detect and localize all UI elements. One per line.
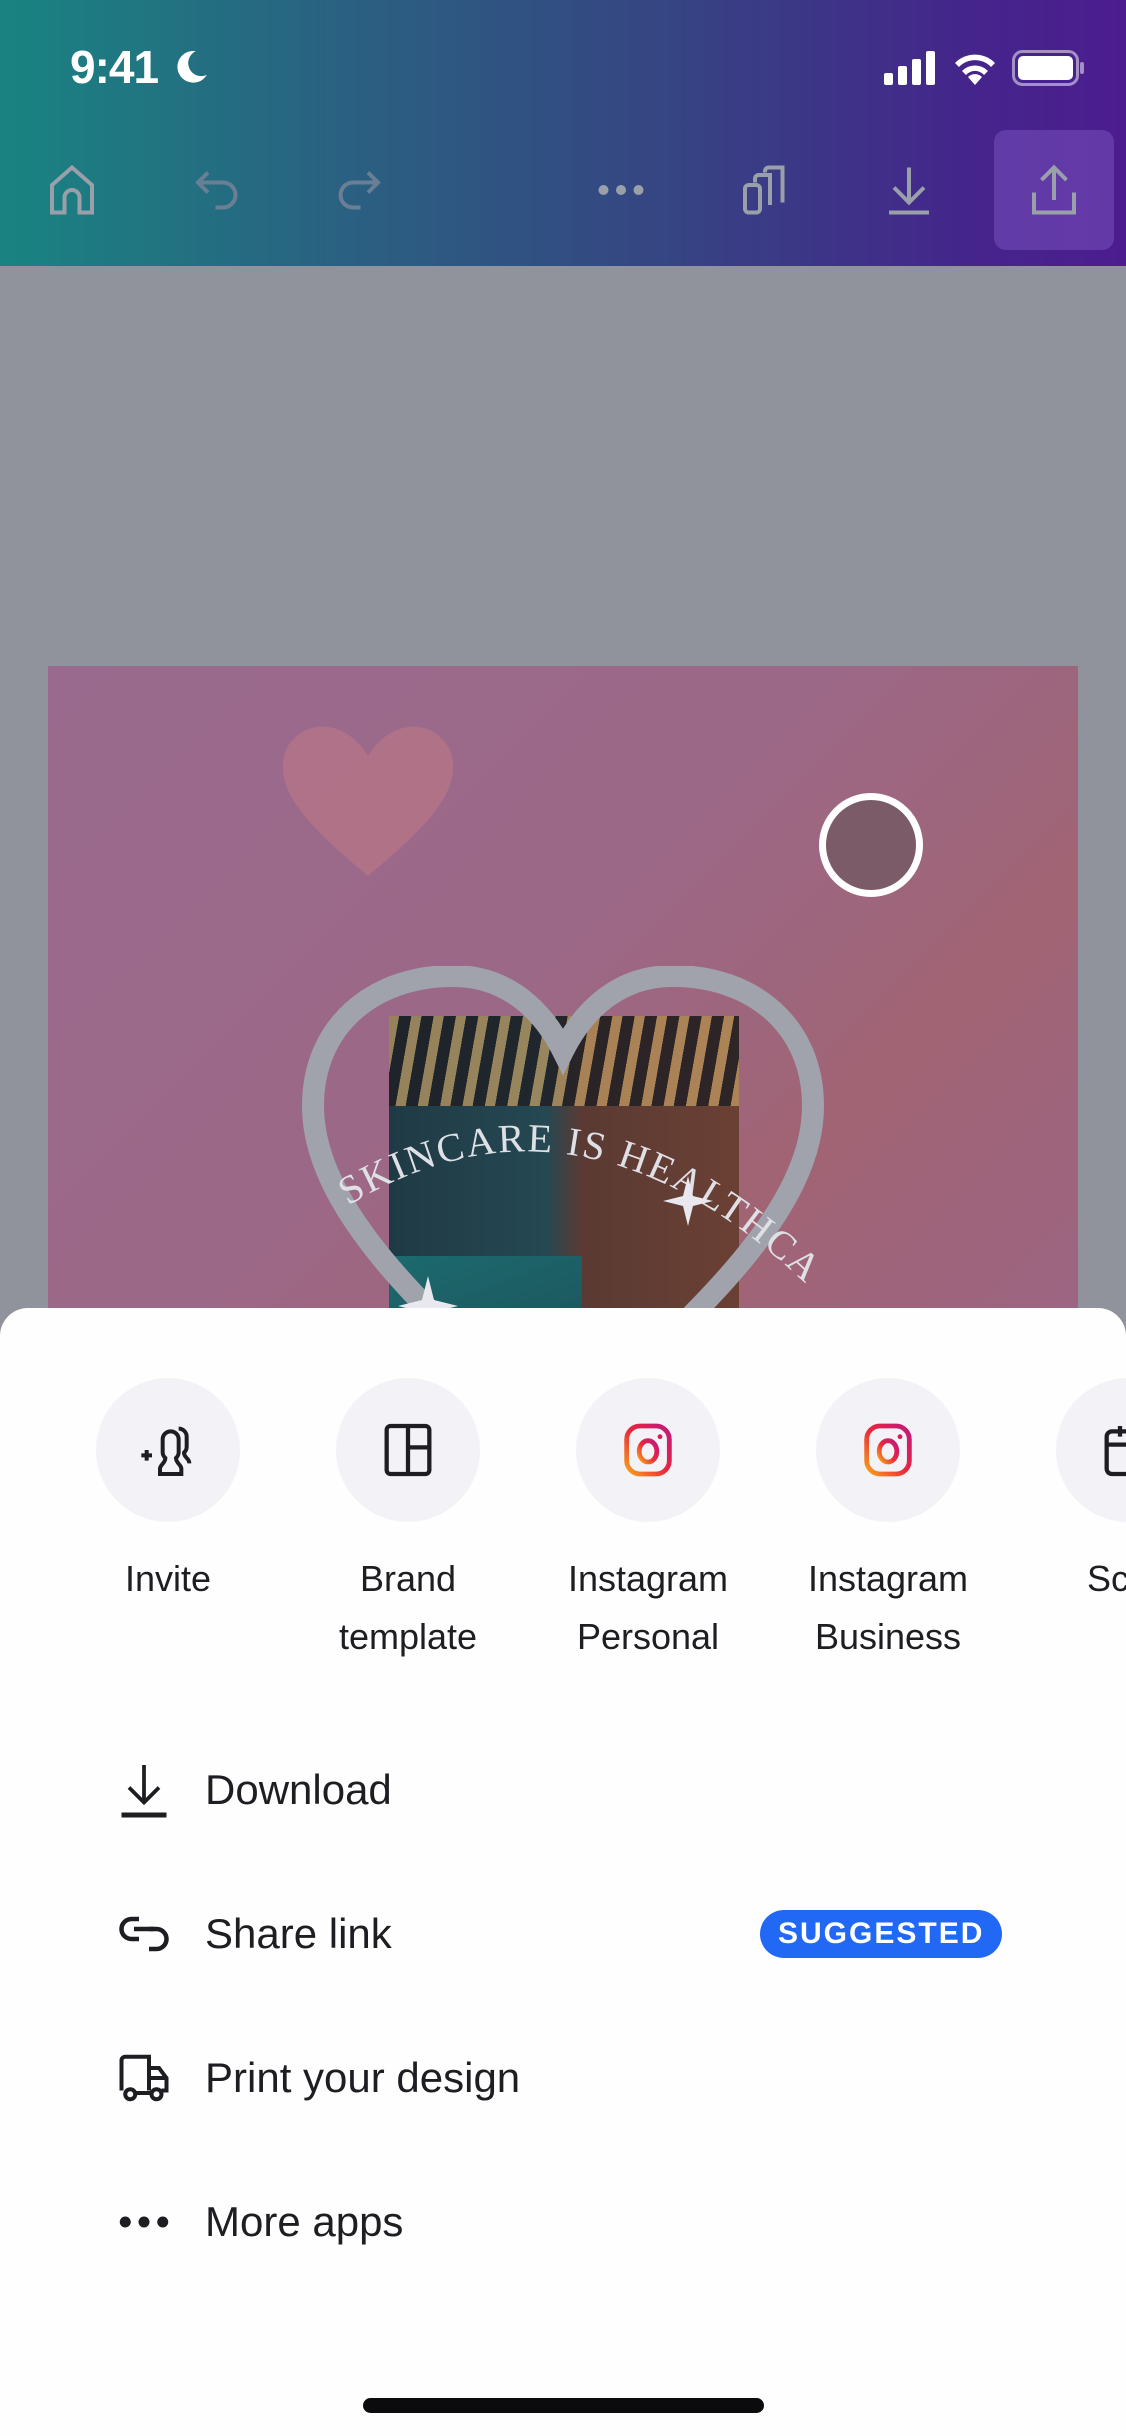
share-apps-row[interactable]: Invite Brand template Instagram Personal bbox=[0, 1378, 1126, 1678]
undo-icon bbox=[195, 171, 238, 210]
status-bar: 9:41 bbox=[0, 0, 1126, 130]
list-item-label: More apps bbox=[205, 2198, 404, 2245]
app-invite[interactable]: Invite bbox=[68, 1378, 268, 1608]
share-options-list: Download Share link SUGGESTED Print your… bbox=[0, 1718, 1126, 2294]
app-label: Sche bbox=[1086, 1558, 1126, 1599]
link-icon bbox=[119, 1916, 169, 1952]
suggested-badge: SUGGESTED bbox=[760, 1910, 1003, 1958]
editor-header: 9:41 bbox=[0, 0, 1126, 266]
undo-button[interactable] bbox=[158, 130, 278, 250]
app-label: Instagram Personal bbox=[567, 1558, 729, 1657]
canvas-workspace: SKINCARE IS HEALTHCARE bbox=[0, 266, 1126, 1406]
app-icon-circle bbox=[336, 1378, 480, 1522]
editor-toolbar bbox=[0, 130, 1126, 266]
status-icons bbox=[884, 50, 1086, 86]
pages-button[interactable] bbox=[705, 130, 825, 250]
list-item-label: Share link bbox=[205, 1910, 392, 1957]
redo-icon bbox=[338, 171, 381, 210]
brand-template-icon bbox=[384, 1423, 432, 1477]
battery-icon bbox=[1012, 50, 1084, 86]
svg-text:SKINCARE IS HEALTHCARE: SKINCARE IS HEALTHCARE bbox=[328, 1086, 828, 1292]
curved-text-content: SKINCARE IS HEALTHCARE bbox=[328, 1086, 828, 1292]
app-label: Brand template bbox=[338, 1558, 478, 1657]
list-item-label: Download bbox=[205, 1766, 392, 1813]
download-icon bbox=[121, 1765, 167, 1818]
app-brand-template[interactable]: Brand template bbox=[308, 1378, 508, 1666]
invite-people-icon bbox=[141, 1426, 192, 1476]
status-time: 9:41 bbox=[70, 41, 159, 93]
ellipsis-icon bbox=[598, 185, 644, 195]
list-item-share-link[interactable]: Share link SUGGESTED bbox=[0, 1862, 1126, 2006]
share-button[interactable] bbox=[994, 130, 1114, 250]
list-item-label: Print your design bbox=[205, 2054, 521, 2101]
pages-icon bbox=[743, 165, 785, 215]
home-button[interactable] bbox=[12, 130, 132, 250]
instagram-icon bbox=[864, 1423, 912, 1477]
moon-icon bbox=[177, 50, 207, 83]
share-icon bbox=[1032, 164, 1076, 215]
app-icon-circle bbox=[576, 1378, 720, 1522]
share-sheet: Invite Brand template Instagram Personal bbox=[0, 1308, 1126, 2436]
design-page[interactable]: SKINCARE IS HEALTHCARE bbox=[48, 666, 1078, 1406]
app-icon-circle bbox=[1056, 1378, 1126, 1522]
list-item-download[interactable]: Download bbox=[0, 1718, 1126, 1862]
download-icon bbox=[889, 167, 929, 215]
download-toolbar-button[interactable] bbox=[849, 130, 969, 250]
app-label: Invite bbox=[124, 1558, 212, 1599]
screen: 9:41 SKINCARE IS HE LTHCA Invite Brand t… bbox=[0, 0, 1126, 2436]
list-item-print[interactable]: Print your design bbox=[0, 2006, 1126, 2150]
instagram-icon bbox=[624, 1423, 672, 1477]
truck-icon bbox=[119, 2054, 169, 2102]
app-instagram-business[interactable]: Instagram Business bbox=[788, 1378, 988, 1666]
more-options-button[interactable] bbox=[561, 130, 681, 250]
signal-icon bbox=[884, 51, 935, 85]
wifi-icon bbox=[955, 54, 995, 85]
app-instagram-personal[interactable]: Instagram Personal bbox=[548, 1378, 748, 1666]
ellipsis-icon bbox=[119, 2216, 169, 2228]
home-indicator[interactable] bbox=[363, 2398, 764, 2413]
decorative-heart-blob bbox=[282, 726, 454, 876]
home-icon bbox=[50, 164, 94, 215]
curved-text[interactable]: SKINCARE IS HEALTHCARE bbox=[328, 1086, 828, 1346]
app-icon-circle bbox=[96, 1378, 240, 1522]
app-label: Instagram Business bbox=[807, 1558, 969, 1657]
app-schedule[interactable]: Sche bbox=[1028, 1378, 1126, 1608]
calendar-icon bbox=[1104, 1426, 1126, 1477]
list-item-more-apps[interactable]: More apps bbox=[0, 2150, 1126, 2294]
redo-button[interactable] bbox=[298, 130, 418, 250]
app-icon-circle bbox=[816, 1378, 960, 1522]
circle-element[interactable] bbox=[819, 793, 923, 897]
